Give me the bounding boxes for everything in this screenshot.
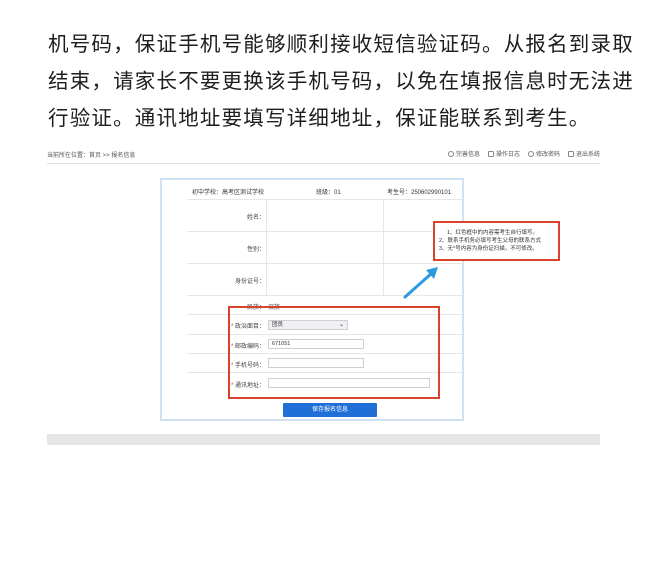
top-nav: 完善信息 操作日志 修改密码 退出系统: [447, 149, 600, 158]
paragraph-line-1: 机号码，保证手机号能够顺利接收短信验证码。从报名到录取: [48, 32, 634, 56]
class-info: 班级：01: [316, 190, 341, 196]
id-label: 身份证号：: [234, 279, 265, 285]
gear-icon: [527, 150, 534, 157]
note-line-2: 2、联系手机务必填写考生父母的联系方式: [439, 238, 542, 244]
nav-operation-log[interactable]: 操作日志: [487, 149, 520, 158]
user-icon: [447, 150, 454, 157]
exam-number-info: 考生号：250602990101: [387, 190, 452, 196]
name-label: 姓名：: [246, 215, 265, 221]
breadcrumb: 当前所在位置：首页 >> 报名信息: [47, 153, 136, 159]
instruction-note: 1、红色框中的内容需考生自行填写。 2、联系手机务必填写考生父母的联系方式 3、…: [433, 221, 560, 261]
note-line-3: 3、无*号内容为身份证扫描，不可修改。: [439, 246, 538, 252]
nav-label: 修改密码: [535, 152, 560, 158]
note-text: 1、红色框中的内容需考生自行填写。 2、联系手机务必填写考生父母的联系方式 3、…: [439, 229, 541, 253]
embedded-screenshot: 当前所在位置：首页 >> 报名信息 完善信息 操作日志 修改密码 退出系统 初中…: [47, 142, 600, 445]
name-row: 姓名：: [187, 199, 462, 231]
required-fields-highlight: [228, 306, 440, 399]
id-value: [266, 264, 384, 295]
nav-logout[interactable]: 退出系统: [567, 149, 600, 158]
gender-label: 性别：: [246, 247, 265, 253]
paragraph-line-3: 行验证。通讯地址要填写详细地址，保证能联系到考生。: [48, 106, 591, 130]
gender-value: [266, 232, 384, 263]
nav-label: 完善信息: [455, 152, 480, 158]
pointer-arrow-icon: [403, 267, 438, 299]
log-icon: [487, 150, 494, 157]
paragraph-line-2: 结束，请家长不要更换该手机号码，以免在填报信息时无法进: [48, 69, 634, 93]
nav-label: 操作日志: [495, 152, 520, 158]
nav-complete-info[interactable]: 完善信息: [447, 149, 480, 158]
nav-label: 退出系统: [575, 152, 600, 158]
exit-icon: [567, 150, 574, 157]
note-line-1: 1、红色框中的内容需考生自行填写。: [447, 230, 539, 236]
bottom-scrollbar[interactable]: [47, 434, 600, 445]
top-bar: 当前所在位置：首页 >> 报名信息 完善信息 操作日志 修改密码 退出系统: [47, 142, 600, 164]
gender-row: 性别：: [187, 231, 462, 263]
save-registration-button[interactable]: 保存报名信息: [283, 403, 377, 417]
school-info: 初中学校：高考区测试学校: [192, 190, 265, 196]
nav-change-password[interactable]: 修改密码: [527, 149, 560, 158]
name-value: [266, 200, 384, 231]
